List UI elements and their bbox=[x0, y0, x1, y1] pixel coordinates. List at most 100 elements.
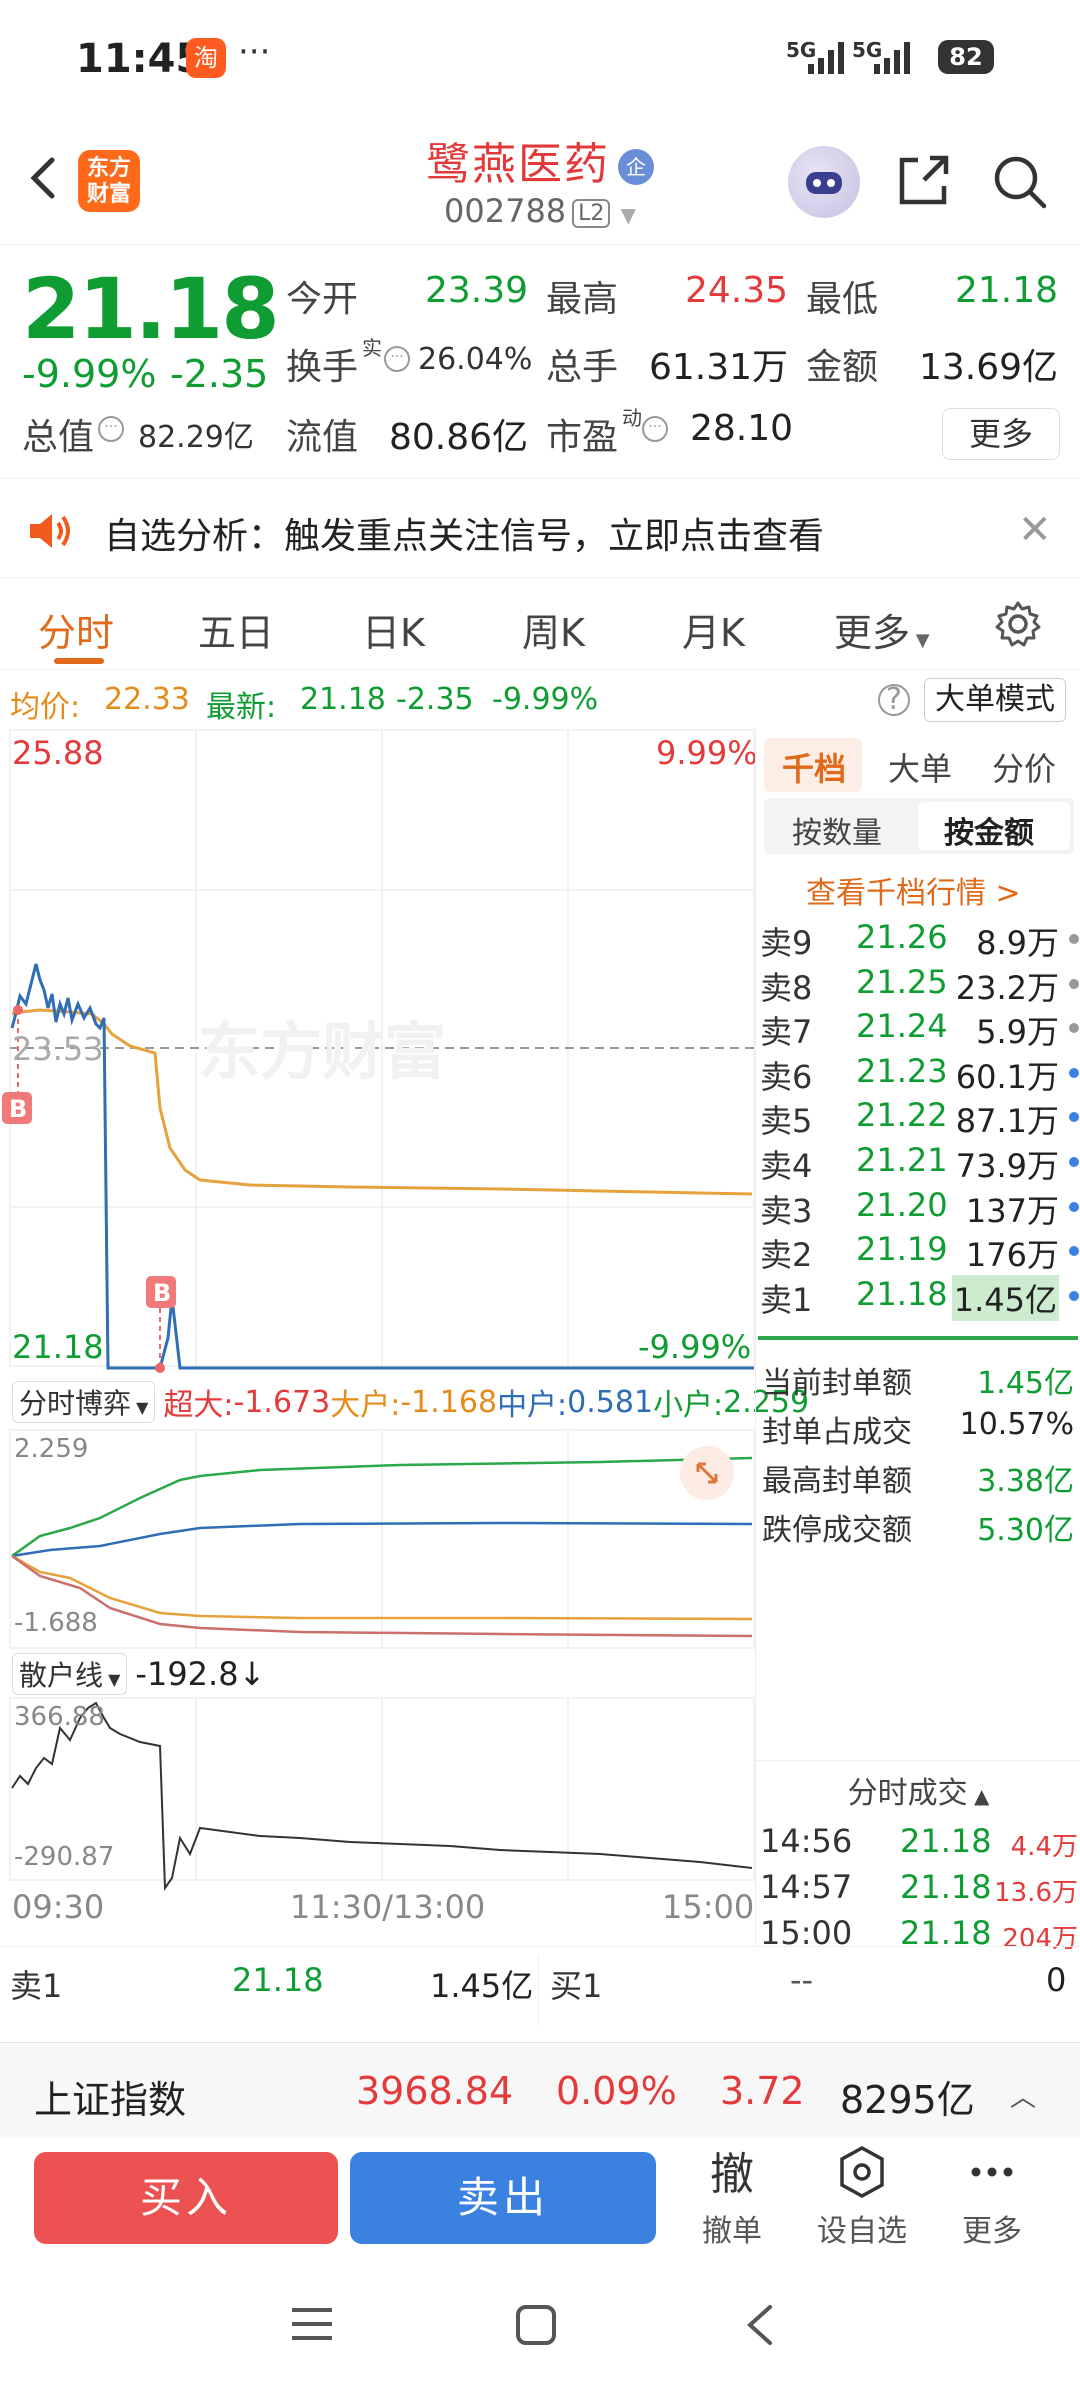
tab-five-day[interactable]: 五日 bbox=[198, 602, 274, 657]
big-order-mode-button[interactable]: 大单模式 bbox=[924, 678, 1066, 722]
latest-value: 21.18 bbox=[300, 682, 386, 717]
close-icon[interactable]: ✕ bbox=[1018, 507, 1052, 553]
orderbook-price: 21.24 bbox=[856, 1007, 948, 1046]
active-tab-indicator bbox=[54, 658, 104, 664]
ai-assistant-icon[interactable] bbox=[788, 146, 860, 218]
open-value: 23.39 bbox=[424, 270, 528, 311]
stock-header: 东方 财富 鹭燕医药企 002788 L2 ▼ bbox=[0, 110, 1080, 245]
orderbook-row[interactable]: 卖2 21.19 176万 bbox=[756, 1230, 1080, 1274]
caret-down-icon: ▼ bbox=[131, 1398, 149, 1417]
latest-change: -2.35 bbox=[396, 682, 474, 717]
high-value: 24.35 bbox=[684, 270, 788, 311]
pe-info-icon[interactable]: ··· bbox=[642, 416, 668, 442]
orderbook-volume: 23.2万 bbox=[955, 968, 1059, 1007]
orderbook-row[interactable]: 卖6 21.23 60.1万 bbox=[756, 1052, 1080, 1096]
cancel-order-icon: 撤 bbox=[710, 2149, 754, 2200]
orderbook-row[interactable]: 卖7 21.24 5.9万 bbox=[756, 1007, 1080, 1051]
tab-monthly-k[interactable]: 月K bbox=[682, 602, 745, 657]
trades-header[interactable]: 分时成交 ▲ bbox=[756, 1768, 1080, 1812]
orderbook-row[interactable]: 卖8 21.25 23.2万 bbox=[756, 963, 1080, 1007]
flow-grid bbox=[9, 1429, 755, 1649]
orderbook-price: 21.25 bbox=[856, 962, 948, 1001]
taobao-notification-icon: 淘 bbox=[186, 38, 226, 78]
latest-price: 21.18 bbox=[22, 260, 280, 358]
chevron-down-icon: ▼ bbox=[620, 203, 636, 227]
tab-thousand-level[interactable]: 千档 bbox=[782, 744, 846, 790]
open-label: 今开 bbox=[286, 279, 359, 320]
menu-icon[interactable] bbox=[290, 2304, 334, 2344]
tab-price-dist[interactable]: 分价 bbox=[992, 744, 1056, 790]
watermark: 东方财富 bbox=[198, 1015, 446, 1088]
market-cap-info-icon[interactable]: ··· bbox=[98, 416, 124, 442]
index-value: 3968.84 bbox=[356, 2069, 514, 2113]
orderbook-volume: 8.9万 bbox=[976, 924, 1059, 962]
notice-text: 自选分析：触发重点关注信号，立即点击查看 bbox=[104, 516, 825, 557]
quote-more-button[interactable]: 更多 bbox=[942, 408, 1060, 460]
orderbook-row[interactable]: 卖1 21.18 1.45亿 bbox=[756, 1274, 1080, 1321]
orderbook-row[interactable]: 卖9 21.26 8.9万 bbox=[756, 918, 1080, 962]
seal-stat-value: 10.57% bbox=[959, 1407, 1074, 1442]
trade-time: 14:56 bbox=[760, 1822, 853, 1860]
tab-more[interactable]: 更多 ▼ bbox=[834, 602, 930, 657]
by-amount-toggle[interactable]: 按金额 bbox=[944, 808, 1034, 852]
stock-code: 002788 bbox=[444, 192, 567, 230]
home-icon[interactable] bbox=[514, 2304, 558, 2346]
orderbook-summary: 卖1 21.18 1.45亿 买1 -- 0 bbox=[0, 1946, 1080, 2042]
tab-daily-k[interactable]: 日K bbox=[362, 602, 425, 657]
time-axis-start: 09:30 bbox=[12, 1888, 105, 1926]
search-icon[interactable] bbox=[990, 152, 1048, 210]
summary-buy1-price: -- bbox=[790, 1961, 814, 1999]
view-thousand-level-link[interactable]: 查看千档行情 > bbox=[806, 868, 1021, 912]
share-icon[interactable] bbox=[894, 152, 952, 210]
orderbook-row[interactable]: 卖5 21.22 87.1万 bbox=[756, 1096, 1080, 1140]
summary-buy1-label: 买1 bbox=[550, 1967, 603, 2005]
orderbook-dot-icon bbox=[1069, 934, 1079, 944]
turnover-superscript: 实 bbox=[362, 336, 382, 360]
orderbook-price: 21.21 bbox=[856, 1141, 948, 1179]
back-icon[interactable] bbox=[742, 2304, 778, 2346]
orderbook-volume: 60.1万 bbox=[955, 1057, 1059, 1096]
sell-button[interactable]: 卖出 bbox=[350, 2152, 656, 2244]
cancel-order-button[interactable]: 撤 撤单 bbox=[672, 2144, 792, 2250]
analysis-notice-banner[interactable]: 自选分析：触发重点关注信号，立即点击查看 ✕ bbox=[0, 478, 1080, 578]
change-value: -2.35 bbox=[170, 352, 269, 396]
seal-stat-value: 1.45亿 bbox=[977, 1366, 1074, 1401]
by-quantity-toggle[interactable]: 按数量 bbox=[792, 808, 882, 852]
orderbook-row[interactable]: 卖4 21.21 73.9万 bbox=[756, 1141, 1080, 1185]
seal-stat-label: 最高封单额 bbox=[762, 1464, 912, 1499]
trades-title: 分时成交 bbox=[847, 1776, 968, 1811]
more-actions-button[interactable]: 更多 bbox=[932, 2144, 1052, 2250]
battery-icon: 82 bbox=[938, 40, 994, 74]
tab-weekly-k[interactable]: 周K bbox=[522, 602, 585, 657]
add-watchlist-button[interactable]: 设自选 bbox=[802, 2144, 922, 2250]
low-value: 21.18 bbox=[954, 270, 1058, 311]
index-ticker-bar[interactable]: 上证指数 3968.84 0.09% 3.72 8295亿 ︿ bbox=[0, 2042, 1080, 2138]
turnover-value: 26.04% bbox=[418, 342, 533, 377]
summary-sell1-label: 卖1 bbox=[10, 1967, 63, 2005]
summary-sell1-price: 21.18 bbox=[232, 1961, 324, 1999]
orderbook-dot-icon bbox=[1069, 1246, 1079, 1257]
more-actions-label: 更多 bbox=[962, 2214, 1022, 2249]
market-cap-label: 总值 bbox=[22, 417, 95, 458]
intraday-chart-area[interactable]: 东方财富 B B 25.88 9.99% 23.53 21.18 -9.99% … bbox=[0, 728, 809, 1946]
gear-icon[interactable] bbox=[994, 600, 1042, 648]
flow-mode-selector[interactable]: 分时博弈 ▼ bbox=[12, 1381, 156, 1423]
status-bar: 11:45 淘 ··· 5G 5G 82 bbox=[0, 0, 1080, 110]
buy-button[interactable]: 买入 bbox=[34, 2152, 338, 2244]
price-axis-bottom: 21.18 bbox=[12, 1328, 104, 1366]
orderbook-panel: 千档 大单 分价 按数量 按金额 查看千档行情 > 卖9 21.26 8.9万 卖8 2… bbox=[755, 728, 1080, 1954]
stock-name: 鹭燕医药 bbox=[426, 139, 610, 190]
tab-big-order[interactable]: 大单 bbox=[888, 744, 952, 790]
small-flow-label: 小户: bbox=[653, 1388, 724, 1423]
help-icon[interactable]: ? bbox=[878, 684, 910, 716]
caret-down-icon: ▼ bbox=[103, 1670, 121, 1689]
retail-mode-selector[interactable]: 散户线 ▼ bbox=[12, 1653, 128, 1695]
tab-intraday[interactable]: 分时 bbox=[38, 602, 114, 657]
pct-axis-bottom: -9.99% bbox=[638, 1328, 752, 1366]
expand-icon[interactable] bbox=[680, 1446, 734, 1500]
turnover-info-icon[interactable]: ··· bbox=[384, 346, 410, 372]
orderbook-row[interactable]: 卖3 21.20 137万 bbox=[756, 1186, 1080, 1230]
orderbook-volume: 87.1万 bbox=[955, 1102, 1059, 1141]
seal-stat-label: 跌停成交额 bbox=[762, 1513, 912, 1548]
chevron-up-icon[interactable]: ︿ bbox=[1010, 2077, 1036, 2114]
